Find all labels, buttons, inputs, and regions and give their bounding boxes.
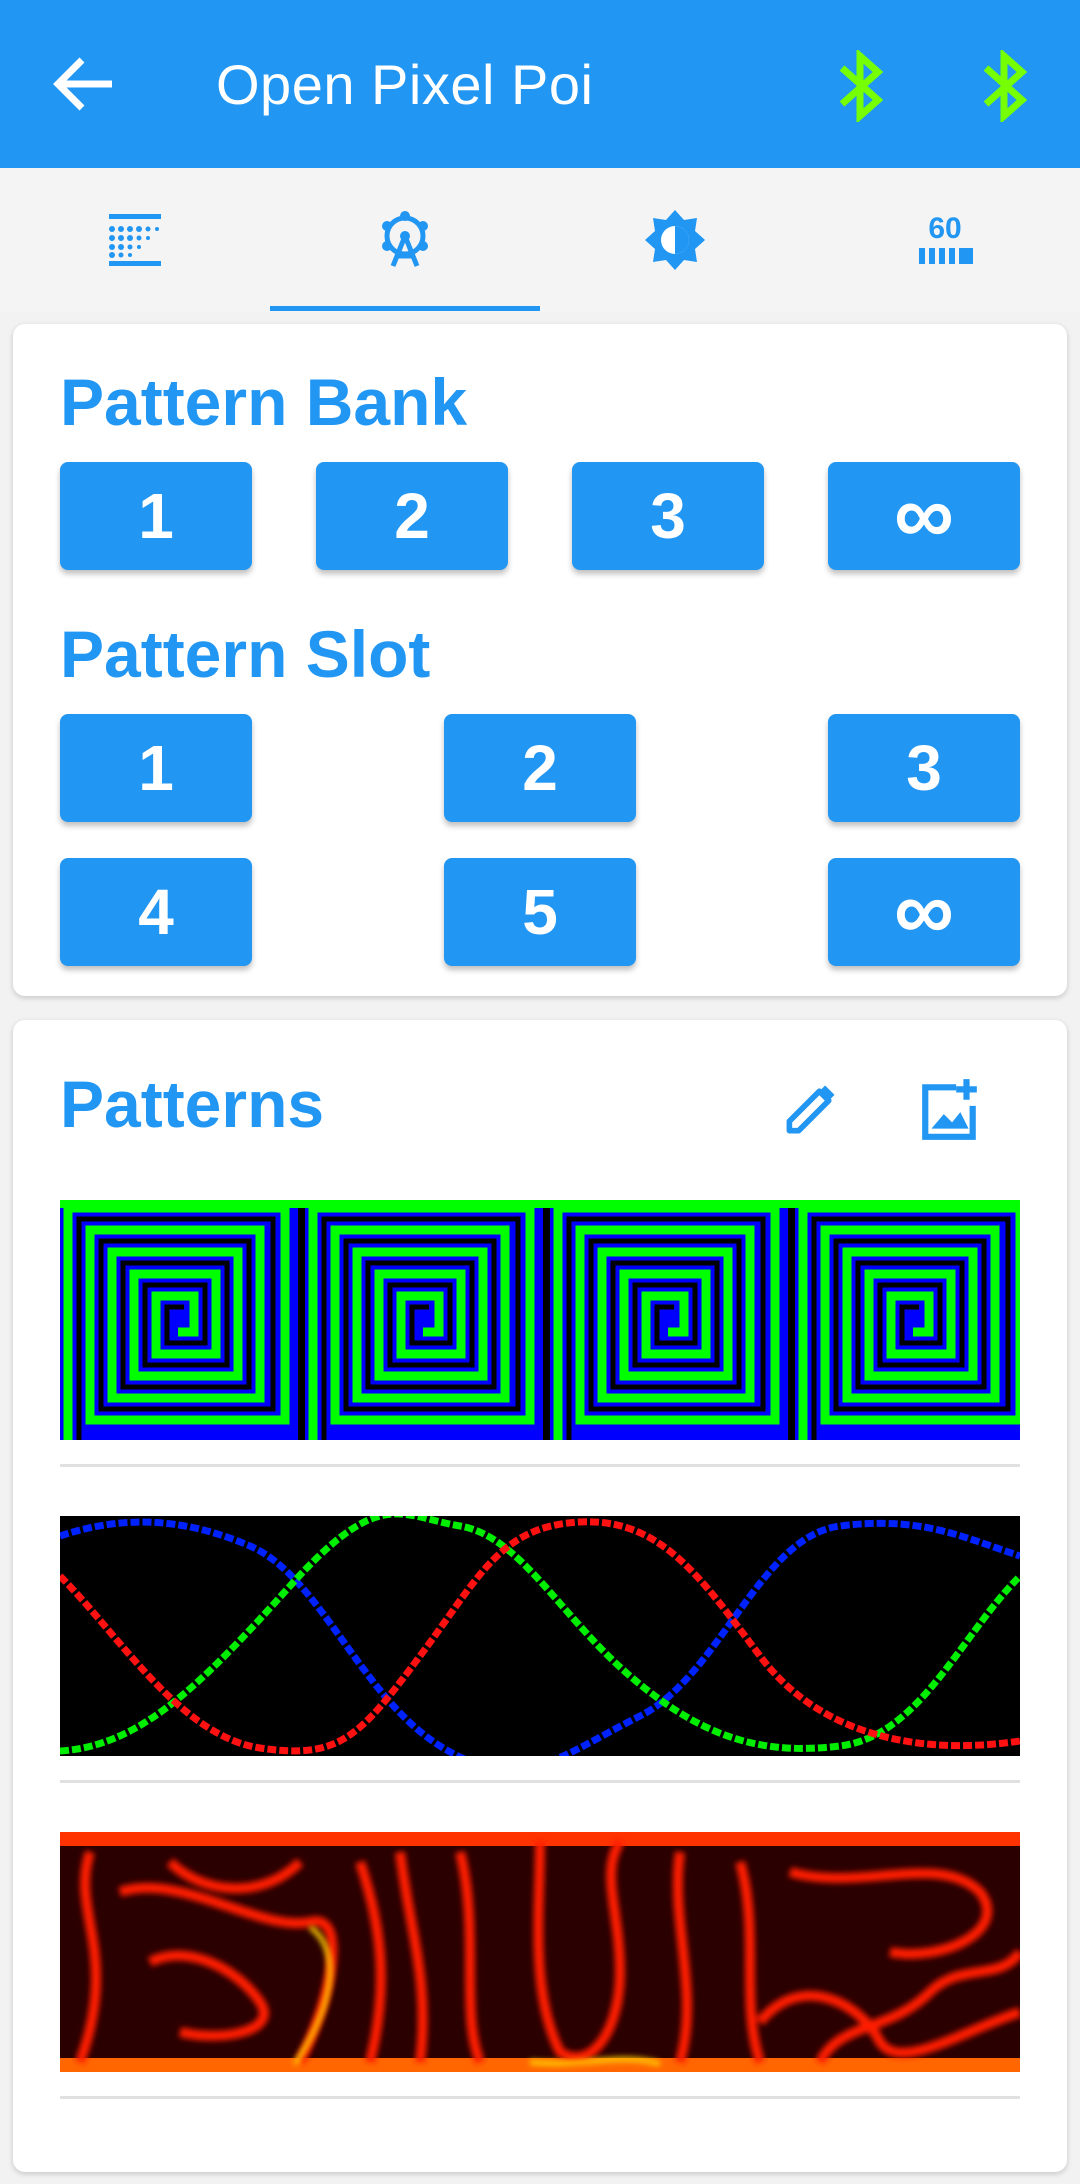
pattern-divider xyxy=(60,1464,1020,1467)
pattern-thumbnail-2[interactable] xyxy=(60,1516,1020,1756)
bank-button-infinite[interactable]: ∞ xyxy=(828,462,1020,570)
svg-text:60: 60 xyxy=(928,212,961,245)
bank-button-3[interactable]: 3 xyxy=(572,462,764,570)
pattern-thumbnail-1[interactable] xyxy=(60,1200,1020,1440)
ferris-wheel-icon xyxy=(382,211,428,267)
led-grid-icon xyxy=(109,214,161,266)
slot-button-5[interactable]: 5 xyxy=(444,858,636,966)
selected-tab-indicator xyxy=(270,306,540,311)
pattern-divider xyxy=(60,2096,1020,2099)
tab-bar: 60 xyxy=(0,168,1080,312)
slot-button-1[interactable]: 1 xyxy=(60,714,252,822)
pattern-slot-title: Pattern Slot xyxy=(60,617,431,691)
tab-ferris-wheel[interactable] xyxy=(270,168,540,312)
tab-brightness[interactable] xyxy=(540,168,810,312)
bluetooth-icon[interactable] xyxy=(832,48,892,124)
bank-button-1[interactable]: 1 xyxy=(60,462,252,570)
bluetooth-icon[interactable] xyxy=(976,48,1036,124)
slot-button-infinite[interactable]: ∞ xyxy=(828,858,1020,966)
fps-60-icon: 60 xyxy=(919,212,973,264)
pattern-thumbnail-3[interactable] xyxy=(60,1832,1020,2072)
back-arrow-icon[interactable] xyxy=(50,52,120,116)
tab-fps[interactable]: 60 xyxy=(810,168,1080,312)
pencil-icon[interactable] xyxy=(770,1070,850,1150)
slot-button-3[interactable]: 3 xyxy=(828,714,1020,822)
tab-led-grid[interactable] xyxy=(0,168,270,312)
brightness-icon xyxy=(645,210,705,270)
app-title: Open Pixel Poi xyxy=(216,53,594,116)
patterns-card: Patterns xyxy=(13,1020,1067,2172)
patterns-title: Patterns xyxy=(60,1067,325,1141)
bank-button-2[interactable]: 2 xyxy=(316,462,508,570)
pattern-divider xyxy=(60,1780,1020,1783)
app-bar: Open Pixel Poi xyxy=(0,0,1080,168)
slot-button-2[interactable]: 2 xyxy=(444,714,636,822)
add-image-icon[interactable] xyxy=(910,1070,990,1150)
slot-button-4[interactable]: 4 xyxy=(60,858,252,966)
pattern-bank-title: Pattern Bank xyxy=(60,365,468,439)
pattern-selection-card: Pattern Bank 1 2 3 ∞ Pattern Slot 1 2 3 … xyxy=(13,324,1067,996)
